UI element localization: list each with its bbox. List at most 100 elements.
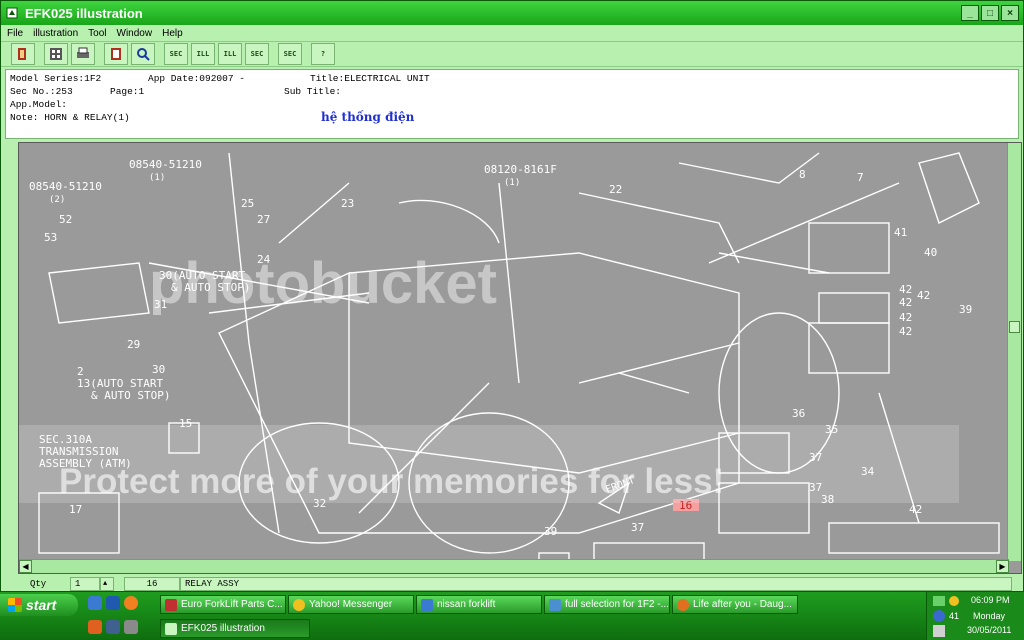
app-model: App.Model:	[10, 99, 68, 110]
ie-icon[interactable]	[88, 596, 102, 610]
taskbar: start Euro ForkLift Parts C... Yahoo! Me…	[0, 592, 1024, 640]
sec-jump-icon: SEC	[283, 50, 297, 58]
horizontal-scrollbar[interactable]: ◀ ▶	[19, 559, 1009, 573]
desktop-icon[interactable]	[106, 620, 120, 634]
callout-13-auto-2: & AUTO STOP)	[91, 389, 170, 402]
clock-day: Monday	[973, 611, 1006, 621]
callout-17: 17	[69, 503, 82, 516]
print-icon	[77, 47, 89, 58]
calculator-button[interactable]	[44, 43, 68, 65]
photobucket-watermark: photobucket	[149, 251, 497, 316]
clock-time: 06:09 PM	[971, 595, 1010, 605]
help-button[interactable]: ?	[311, 43, 335, 65]
task-label: Yahoo! Messenger	[309, 599, 393, 610]
start-button[interactable]: start	[0, 594, 78, 616]
ill-back-button[interactable]: ILL	[191, 43, 215, 65]
qty-input[interactable]: 1	[70, 577, 100, 591]
task-yahoo-messenger[interactable]: Yahoo! Messenger	[288, 595, 414, 614]
menu-window[interactable]: Window	[117, 28, 153, 39]
task-label: full selection for 1F2 -...	[565, 599, 669, 610]
exit-button[interactable]	[11, 43, 35, 65]
callout-42d: 42	[899, 311, 912, 324]
menu-tool[interactable]: Tool	[88, 28, 106, 39]
quicklaunch-1-icon[interactable]	[88, 620, 102, 634]
callout-42e: 42	[899, 325, 912, 338]
scroll-left-icon[interactable]: ◀	[19, 560, 32, 573]
menu-bar: File illustration Tool Window Help	[1, 25, 1023, 41]
print-button[interactable]	[71, 43, 95, 65]
protect-watermark: Protect more of your memories for less!	[59, 462, 724, 501]
callout-42b: 42	[899, 296, 912, 309]
status-bar: Qty 1 ▲ 16 RELAY ASSY	[0, 576, 1024, 592]
task-efk025[interactable]: EFK025 illustration	[160, 619, 310, 638]
close-button[interactable]: ×	[1001, 5, 1019, 21]
task-label: EFK025 illustration	[181, 623, 265, 634]
menu-file[interactable]: File	[7, 28, 23, 39]
callout-53: 53	[44, 231, 57, 244]
sec-forward-button[interactable]: SEC	[245, 43, 269, 65]
window-task-icon	[549, 598, 561, 611]
part-name: RELAY ASSY	[180, 577, 1012, 591]
help-icon: ?	[320, 50, 326, 58]
ill-forward-icon: ILL	[223, 50, 237, 58]
vietnamese-note: hệ thống điện	[321, 110, 415, 124]
messenger-tray-icon[interactable]	[949, 596, 959, 606]
task-label: Life after you - Daug...	[693, 599, 792, 610]
task-euro-forklift[interactable]: Euro ForkLift Parts C...	[160, 595, 286, 614]
sec-back-icon: SEC	[169, 50, 183, 58]
callout-08120: 08120-8161F	[484, 163, 557, 176]
quicklaunch-3-icon[interactable]	[124, 620, 138, 634]
title-bar: EFK025 illustration _ □ ×	[1, 1, 1023, 25]
vertical-scrollbar[interactable]	[1007, 143, 1021, 561]
model-series: Model Series:1F2	[10, 73, 102, 84]
exit-icon	[18, 48, 26, 60]
task-life-after-you[interactable]: Life after you - Daug...	[672, 595, 798, 614]
toolbar: SEC ILL ILL SEC SEC ?	[1, 41, 1023, 67]
callout-23: 23	[341, 197, 354, 210]
sec-jump-button[interactable]: SEC	[278, 43, 302, 65]
ie-task-icon	[421, 598, 433, 611]
task-nissan-forklift[interactable]: nissan forklift	[416, 595, 542, 614]
callout-36: 36	[792, 407, 805, 420]
volume-icon[interactable]	[933, 625, 945, 637]
task-label: Euro ForkLift Parts C...	[181, 599, 283, 610]
signal-icon	[933, 596, 945, 606]
part-number: 16	[124, 577, 180, 591]
illustration-viewer[interactable]: 08540-51210 (1) 08540-51210 (2) 08120-81…	[18, 142, 1022, 574]
callout-42c: 42	[917, 289, 930, 302]
book-icon	[111, 48, 121, 60]
mail-icon[interactable]	[106, 596, 120, 610]
search-button[interactable]	[131, 43, 155, 65]
ill-back-icon: ILL	[196, 50, 210, 58]
maximize-button[interactable]: □	[981, 5, 999, 21]
callout-7: 7	[857, 171, 864, 184]
qty-stepper-icon[interactable]: ▲	[100, 577, 114, 591]
exploded-parts-diagram: 08540-51210 (1) 08540-51210 (2) 08120-81…	[19, 152, 1000, 561]
callout-25: 25	[241, 197, 254, 210]
minimize-button[interactable]: _	[961, 5, 979, 21]
sec-back-button[interactable]: SEC	[164, 43, 188, 65]
firefox-icon[interactable]	[124, 596, 138, 610]
task-full-selection[interactable]: full selection for 1F2 -...	[544, 595, 670, 614]
efk-task-icon	[165, 622, 177, 635]
vertical-scroll-thumb[interactable]	[1009, 321, 1020, 333]
callout-30: 30	[152, 363, 165, 376]
callout-08540-a: 08540-51210	[129, 158, 202, 171]
menu-help[interactable]: Help	[162, 28, 183, 39]
start-label: start	[26, 597, 57, 613]
firefox-task-icon	[165, 598, 177, 611]
system-tray: 41 06:09 PM Monday 30/05/2011	[926, 592, 1024, 640]
book-button[interactable]	[104, 43, 128, 65]
app-icon	[5, 6, 19, 20]
network-icon[interactable]	[933, 610, 945, 622]
callout-37c: 37	[631, 521, 644, 534]
menu-illustration[interactable]: illustration	[33, 28, 78, 39]
sub-title: Sub Title:	[284, 86, 342, 97]
windows-logo-icon	[8, 598, 22, 612]
callout-39b: 39	[544, 525, 557, 538]
ill-forward-button[interactable]: ILL	[218, 43, 242, 65]
callout-27: 27	[257, 213, 270, 226]
callout-08540-b-qty: (2)	[49, 195, 65, 205]
scroll-right-icon[interactable]: ▶	[996, 560, 1009, 573]
sec-no: Sec No.:253	[10, 86, 73, 97]
